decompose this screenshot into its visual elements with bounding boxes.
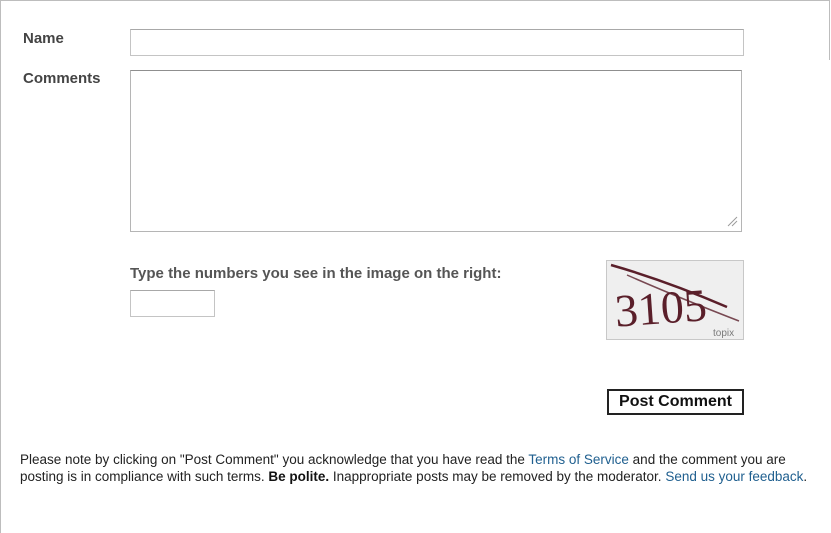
captcha-digits: 3105 bbox=[613, 279, 708, 336]
notice-text-3: Inappropriate posts may be removed by th… bbox=[329, 469, 666, 484]
captcha-input[interactable] bbox=[130, 290, 215, 317]
captcha-image: 3105 topix bbox=[606, 260, 744, 340]
comments-label: Comments bbox=[23, 70, 101, 87]
be-polite-text: Be polite. bbox=[268, 469, 330, 484]
comments-textarea[interactable] bbox=[130, 70, 742, 232]
post-comment-button[interactable]: Post Comment bbox=[607, 389, 744, 415]
captcha-watermark: topix bbox=[713, 328, 734, 339]
captcha-graphic: 3105 topix bbox=[607, 261, 743, 339]
name-label: Name bbox=[23, 30, 64, 47]
terms-of-service-link[interactable]: Terms of Service bbox=[528, 452, 629, 467]
notice-text-4: . bbox=[803, 469, 808, 484]
panel-divider bbox=[829, 0, 830, 60]
notice-text-1: Please note by clicking on "Post Comment… bbox=[20, 452, 529, 467]
resize-grip-icon[interactable] bbox=[726, 215, 738, 227]
feedback-link[interactable]: Send us your feedback bbox=[665, 469, 803, 484]
captcha-prompt: Type the numbers you see in the image on… bbox=[130, 265, 502, 282]
name-input[interactable] bbox=[130, 29, 744, 56]
terms-notice: Please note by clicking on "Post Comment… bbox=[20, 451, 810, 485]
